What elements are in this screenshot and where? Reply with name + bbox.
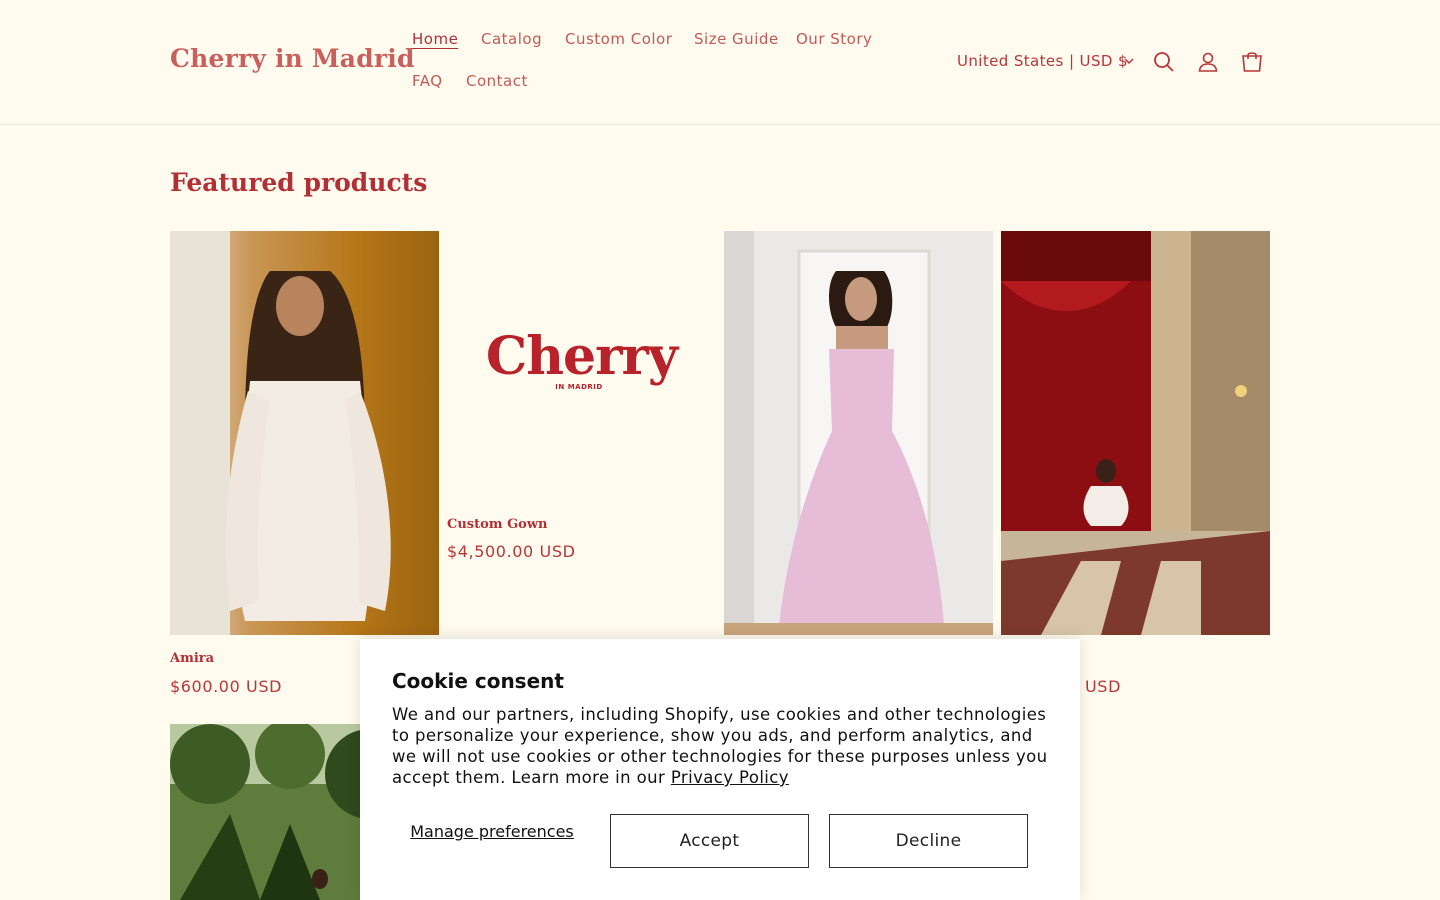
product-image[interactable] — [170, 231, 439, 635]
cookie-title: Cookie consent — [392, 669, 564, 693]
cart-icon[interactable] — [1240, 50, 1264, 74]
brand-logo-image-subtext: IN MADRID — [555, 383, 603, 391]
product-image[interactable]: Cherry IN MADRID — [447, 231, 716, 501]
brand-logo[interactable]: Cherry in Madrid — [170, 44, 415, 73]
product-price: $600.00 USD — [170, 677, 283, 696]
nav-faq[interactable]: FAQ — [412, 72, 443, 90]
cookie-consent-banner: Cookie consent We and our partners, incl… — [360, 639, 1080, 900]
privacy-policy-link[interactable]: Privacy Policy — [671, 768, 789, 787]
nav-size-guide[interactable]: Size Guide — [694, 30, 779, 48]
account-icon[interactable] — [1196, 50, 1220, 74]
site-header: Cherry in Madrid Home Catalog Custom Col… — [0, 0, 1440, 125]
decline-button[interactable]: Decline — [829, 814, 1028, 868]
search-icon[interactable] — [1152, 50, 1176, 74]
nav-contact[interactable]: Contact — [466, 72, 528, 90]
chevron-down-icon — [1124, 58, 1134, 65]
product-image[interactable] — [724, 231, 993, 635]
product-price: USD — [1085, 677, 1121, 696]
accept-button[interactable]: Accept — [610, 814, 809, 868]
product-name[interactable]: Amira — [170, 651, 214, 666]
nav-our-story[interactable]: Our Story — [796, 30, 872, 48]
nav-custom-color[interactable]: Custom Color — [565, 30, 672, 48]
brand-logo-image-text: Cherry — [485, 326, 678, 387]
product-name[interactable]: Custom Gown — [447, 517, 548, 532]
product-price: $4,500.00 USD — [447, 542, 576, 561]
nav-home[interactable]: Home — [412, 30, 458, 48]
country-selector[interactable]: United States | USD $ — [957, 52, 1128, 70]
nav-catalog[interactable]: Catalog — [481, 30, 542, 48]
manage-preferences-button[interactable]: Manage preferences — [392, 814, 592, 868]
product-image[interactable] — [1001, 231, 1270, 635]
section-title: Featured products — [170, 168, 428, 197]
cookie-text: We and our partners, including Shopify, … — [392, 704, 1052, 788]
